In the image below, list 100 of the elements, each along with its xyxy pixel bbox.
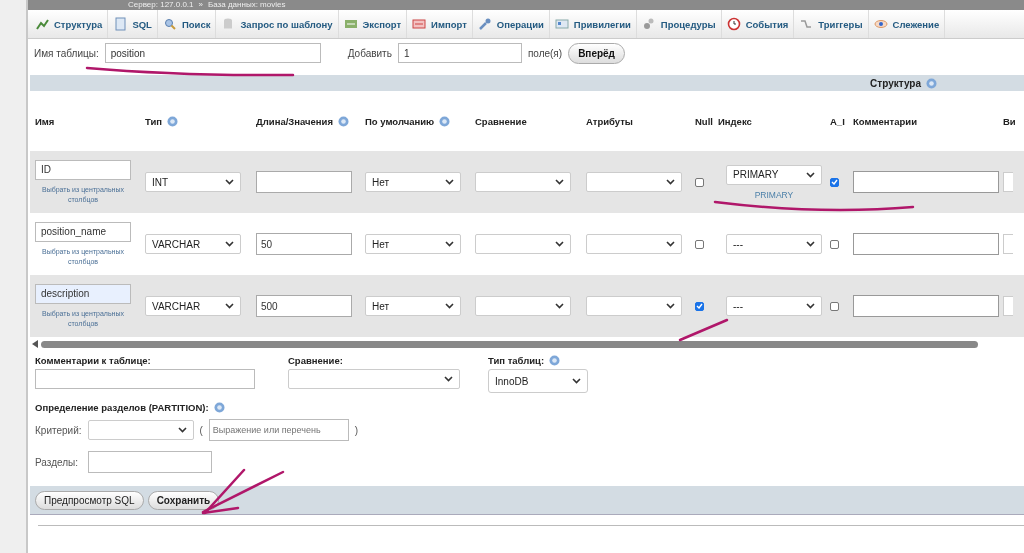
index-select[interactable]: ---: [726, 234, 822, 254]
engine-label: Тип таблиц:: [488, 355, 545, 366]
tab[interactable]: Экспорт: [338, 10, 408, 38]
attributes-select[interactable]: [586, 296, 682, 316]
comment-field[interactable]: [853, 295, 999, 317]
partitions-field[interactable]: [88, 451, 213, 473]
document-icon: [113, 17, 128, 31]
breadcrumb-separator: »: [198, 0, 203, 10]
table-comment-field[interactable]: [35, 369, 255, 389]
add-count-field[interactable]: 1: [397, 43, 522, 63]
default-select[interactable]: Нет: [365, 234, 461, 254]
scrollbar-thumb[interactable]: [41, 340, 978, 348]
criterion-select[interactable]: [87, 420, 194, 440]
index-select[interactable]: ---: [726, 296, 822, 316]
collation-select[interactable]: [475, 172, 571, 192]
help-icon[interactable]: [167, 115, 179, 127]
column-header: Длина/Значения: [256, 115, 333, 127]
length-field[interactable]: 500: [256, 295, 352, 317]
column-header: Комментарии: [853, 115, 917, 127]
column-header: Атрибуты: [586, 115, 633, 127]
collation-label: Сравнение:: [288, 354, 344, 368]
column-header: Тип: [145, 115, 163, 127]
attributes-select[interactable]: [586, 172, 682, 192]
close-paren: ): [354, 424, 359, 436]
auto-increment-checkbox[interactable]: [830, 177, 839, 187]
column-name-field[interactable]: position_name: [35, 221, 131, 242]
auto-increment-checkbox[interactable]: [830, 239, 839, 249]
chevron-icon: [572, 378, 581, 384]
length-field[interactable]: 50: [256, 233, 352, 255]
card-icon: [554, 17, 569, 31]
gears-icon: [641, 17, 656, 31]
tab[interactable]: Операции: [472, 10, 550, 38]
preview-sql-button[interactable]: Предпросмотр SQL: [35, 490, 144, 510]
clock-icon: [726, 17, 741, 31]
chevron-icon: [666, 241, 675, 247]
tab[interactable]: Поиск: [157, 10, 217, 38]
tab[interactable]: Импорт: [407, 10, 473, 38]
attributes-select[interactable]: [586, 234, 682, 254]
default-select[interactable]: Нет: [365, 172, 461, 192]
length-field[interactable]: [256, 171, 352, 193]
column-name-field[interactable]: description: [35, 283, 131, 304]
comment-field[interactable]: [853, 233, 999, 255]
type-select[interactable]: INT: [145, 172, 241, 192]
table-comment-label: Комментарии к таблице:: [35, 354, 152, 368]
chevron-icon: [445, 179, 454, 185]
comment-field[interactable]: [853, 171, 999, 193]
chevron-icon: [555, 303, 564, 309]
tab[interactable]: События: [721, 10, 795, 38]
column-header: Индекс: [718, 115, 752, 127]
chevron-icon: [445, 303, 454, 309]
column-header: Null: [695, 115, 713, 127]
tab[interactable]: Триггеры: [794, 10, 869, 38]
go-button[interactable]: Вперёд: [568, 42, 625, 64]
search-icon: [162, 17, 177, 31]
collation-select[interactable]: [475, 296, 571, 316]
chevron-icon: [806, 303, 815, 309]
chevron-icon: [225, 179, 234, 185]
wrench-icon: [477, 17, 492, 31]
table-name-field[interactable]: position: [104, 43, 321, 63]
help-icon[interactable]: [549, 355, 561, 366]
index-note[interactable]: PRIMARY: [754, 189, 794, 200]
column-header: Ви: [1003, 115, 1016, 127]
auto-increment-checkbox[interactable]: [830, 301, 839, 311]
virtuality-select[interactable]: [1003, 234, 1013, 254]
help-icon[interactable]: [926, 77, 937, 89]
type-select[interactable]: VARCHAR: [145, 234, 241, 254]
scroll-left-icon[interactable]: [32, 340, 38, 348]
null-checkbox[interactable]: [695, 177, 704, 187]
tab[interactable]: Запрос по шаблону: [216, 10, 339, 38]
tab[interactable]: Привилегии: [549, 10, 637, 38]
help-icon[interactable]: [337, 115, 349, 127]
trigger-icon: [799, 17, 814, 31]
virtuality-select[interactable]: [1003, 172, 1013, 192]
tab[interactable]: Структура: [30, 10, 109, 38]
collation-select[interactable]: [475, 234, 571, 254]
help-icon[interactable]: [213, 402, 225, 413]
eye-icon: [873, 17, 888, 31]
structure-title: Структура: [870, 77, 921, 89]
help-icon[interactable]: [439, 115, 451, 127]
engine-select[interactable]: InnoDB: [488, 369, 588, 393]
column-header: Имя: [35, 115, 55, 127]
tab[interactable]: Слежение: [868, 10, 946, 38]
column-name-field[interactable]: ID: [35, 159, 131, 180]
table-collation-select[interactable]: [288, 369, 460, 389]
tab[interactable]: Процедуры: [636, 10, 722, 38]
chevron-icon: [806, 241, 815, 247]
type-select[interactable]: VARCHAR: [145, 296, 241, 316]
column-header: Сравнение: [475, 115, 527, 127]
expression-field[interactable]: Выражение или перечень: [208, 419, 349, 441]
chart-icon: [35, 17, 49, 31]
default-select[interactable]: Нет: [365, 296, 461, 316]
tab[interactable]: SQL: [108, 10, 158, 38]
save-button[interactable]: Сохранить: [147, 490, 220, 510]
index-select[interactable]: PRIMARY: [726, 164, 822, 185]
null-checkbox[interactable]: [695, 239, 704, 249]
virtuality-select[interactable]: [1003, 296, 1013, 316]
table-name-label: Имя таблицы:: [34, 47, 99, 59]
chevron-icon: [666, 179, 675, 185]
null-checkbox[interactable]: [695, 301, 704, 311]
open-paren: (: [199, 424, 203, 436]
